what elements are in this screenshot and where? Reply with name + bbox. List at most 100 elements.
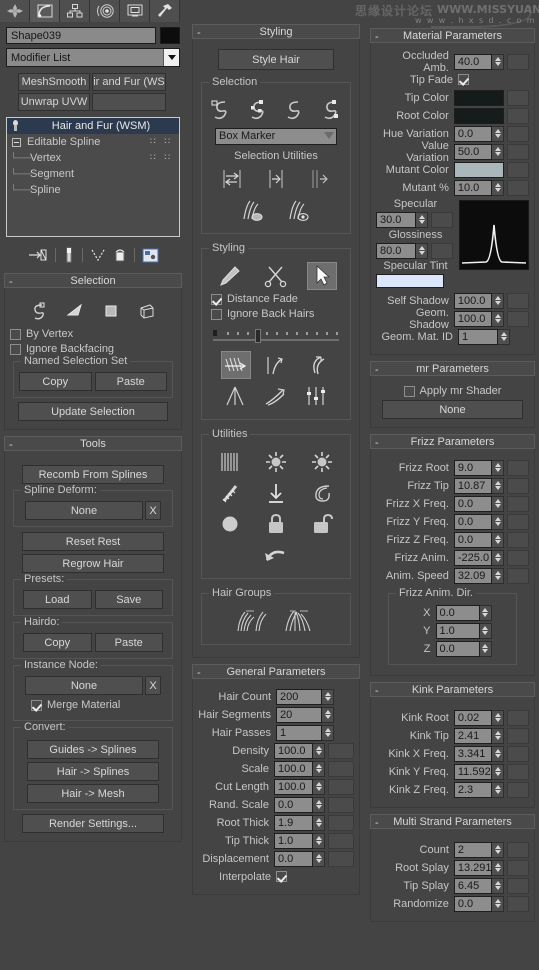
hair-to-mesh-button[interactable]: Hair -> Mesh	[27, 784, 159, 803]
tip-fade-checkbox[interactable]	[458, 74, 469, 85]
style-hair-button[interactable]: Style Hair	[218, 49, 334, 70]
clump-brush-icon[interactable]	[221, 382, 251, 410]
param-map-button[interactable]	[328, 814, 354, 831]
param-value[interactable]: 0.0	[453, 513, 492, 530]
instance-node-clear-button[interactable]: X	[145, 676, 161, 695]
guide-vertices-icon[interactable]	[96, 297, 126, 325]
spinner-control[interactable]	[313, 796, 325, 813]
spinner-control[interactable]	[492, 877, 504, 894]
pop-selected-icon[interactable]	[307, 448, 337, 476]
checkbox-box[interactable]	[31, 699, 42, 711]
spinner-control[interactable]	[492, 125, 504, 142]
spinner-control[interactable]	[313, 742, 325, 759]
spinner-control[interactable]	[492, 781, 504, 798]
stand-brush-icon[interactable]	[261, 351, 291, 379]
spinner-control[interactable]	[492, 310, 504, 327]
spinner-control[interactable]	[492, 513, 504, 530]
param-map-button[interactable]	[506, 89, 529, 106]
mr-parameters-header[interactable]: - mr Parameters	[370, 361, 535, 376]
mutant-color-swatch[interactable]	[453, 161, 504, 178]
param-map-button[interactable]	[328, 796, 354, 813]
comb-brush-icon[interactable]	[221, 351, 251, 379]
axis-value[interactable]: 0.0	[435, 640, 480, 657]
hairbrush-icon[interactable]	[215, 262, 245, 290]
param-map-button[interactable]	[507, 877, 529, 894]
spinner-control[interactable]	[416, 242, 428, 259]
collapse-icon[interactable]: -	[375, 683, 379, 698]
spinner-control[interactable]	[479, 604, 492, 621]
param-value[interactable]: 10.87	[453, 477, 492, 494]
param-map-button[interactable]	[507, 53, 529, 70]
pin-stack-icon[interactable]	[28, 248, 48, 262]
param-value[interactable]: 0.0	[453, 125, 492, 142]
param-map-button[interactable]	[507, 745, 529, 762]
param-map-button[interactable]	[328, 832, 354, 849]
param-value[interactable]: 32.09	[453, 567, 492, 584]
regrow-hair-button[interactable]: Regrow Hair	[22, 554, 164, 573]
param-value[interactable]: 2.3	[453, 781, 492, 798]
update-selection-button[interactable]: Update Selection	[18, 402, 168, 421]
param-value[interactable]: 0.0	[453, 895, 492, 912]
show-end-result-icon[interactable]	[63, 247, 75, 263]
recomb-from-splines-button[interactable]: Recomb From Splines	[22, 465, 164, 484]
collapse-icon[interactable]: -	[375, 29, 379, 44]
mr-shader-button[interactable]: None	[382, 400, 523, 419]
ignore-back-hairs-checkbox[interactable]: Ignore Back Hairs	[211, 308, 345, 320]
param-map-button[interactable]	[507, 531, 529, 548]
select-guide-vertices-icon[interactable]	[281, 96, 309, 124]
toggle-collision-icon[interactable]	[307, 479, 337, 507]
specular-tint-swatch[interactable]	[376, 274, 444, 288]
collapse-icon[interactable]: -	[197, 665, 201, 680]
spinner-control[interactable]	[492, 859, 504, 876]
instance-node-button[interactable]: None	[25, 676, 143, 695]
param-map-button[interactable]	[507, 859, 529, 876]
checkbox-box[interactable]	[403, 385, 415, 397]
spinner-control[interactable]	[492, 709, 504, 726]
param-value[interactable]: 13.291	[453, 859, 492, 876]
invert-selection-icon[interactable]	[217, 165, 247, 193]
stack-item-vertex[interactable]: └── Vertex ∷ ∷	[7, 150, 179, 166]
param-map-button[interactable]	[507, 709, 529, 726]
spinner-control[interactable]	[492, 292, 504, 309]
root-color-swatch[interactable]	[453, 107, 504, 124]
collapse-icon[interactable]: -	[9, 437, 13, 452]
render-settings-button[interactable]: Render Settings...	[22, 814, 164, 833]
glossiness-value[interactable]: 80.0	[376, 242, 416, 259]
param-value[interactable]: 0.0	[273, 850, 313, 867]
param-value[interactable]: 10.0	[453, 179, 492, 196]
param-value[interactable]: 9.0	[453, 459, 492, 476]
param-map-button[interactable]	[507, 895, 529, 912]
marker-type-dropdown[interactable]: Box Marker	[215, 128, 337, 145]
param-value[interactable]: 20	[276, 706, 322, 723]
select-arrow-icon[interactable]	[307, 262, 337, 290]
paste-selection-set-button[interactable]: Paste	[94, 372, 167, 391]
spline-deform-clear-button[interactable]: X	[145, 501, 161, 520]
modifier-stack[interactable]: Hair and Fur (WSM) Editable Spline ∷ ∷ └…	[6, 117, 180, 237]
param-map-button[interactable]	[507, 125, 529, 142]
param-value[interactable]: 1	[276, 724, 322, 741]
spinner-control[interactable]	[492, 841, 504, 858]
frizz-parameters-header[interactable]: - Frizz Parameters	[370, 434, 535, 449]
stack-item-segment[interactable]: └── Segment	[7, 166, 179, 182]
spinner-control[interactable]	[322, 724, 334, 741]
brush-size-slider[interactable]	[213, 327, 339, 345]
hierarchy-tab-icon[interactable]	[60, 0, 90, 22]
param-map-button[interactable]	[507, 763, 529, 780]
param-map-button[interactable]	[328, 850, 354, 867]
spinner-control[interactable]	[313, 760, 325, 777]
object-name-field[interactable]: Shape039	[6, 27, 156, 44]
param-map-button[interactable]	[431, 211, 453, 228]
spinner-control[interactable]	[492, 495, 504, 512]
param-value[interactable]: 0.0	[453, 495, 492, 512]
kink-parameters-header[interactable]: - Kink Parameters	[370, 682, 535, 697]
spinner-control[interactable]	[492, 895, 504, 912]
spinner-control[interactable]	[416, 211, 428, 228]
select-whole-guide-icon[interactable]	[244, 96, 272, 124]
spinner-control[interactable]	[322, 688, 334, 705]
param-map-button[interactable]	[507, 841, 529, 858]
save-preset-button[interactable]: Save	[94, 590, 163, 609]
param-map-button[interactable]	[507, 179, 529, 196]
guides-by-ends-icon[interactable]	[24, 297, 54, 325]
styling-rollout-header[interactable]: - Styling	[192, 24, 360, 39]
param-value[interactable]: 100.0	[453, 292, 492, 309]
